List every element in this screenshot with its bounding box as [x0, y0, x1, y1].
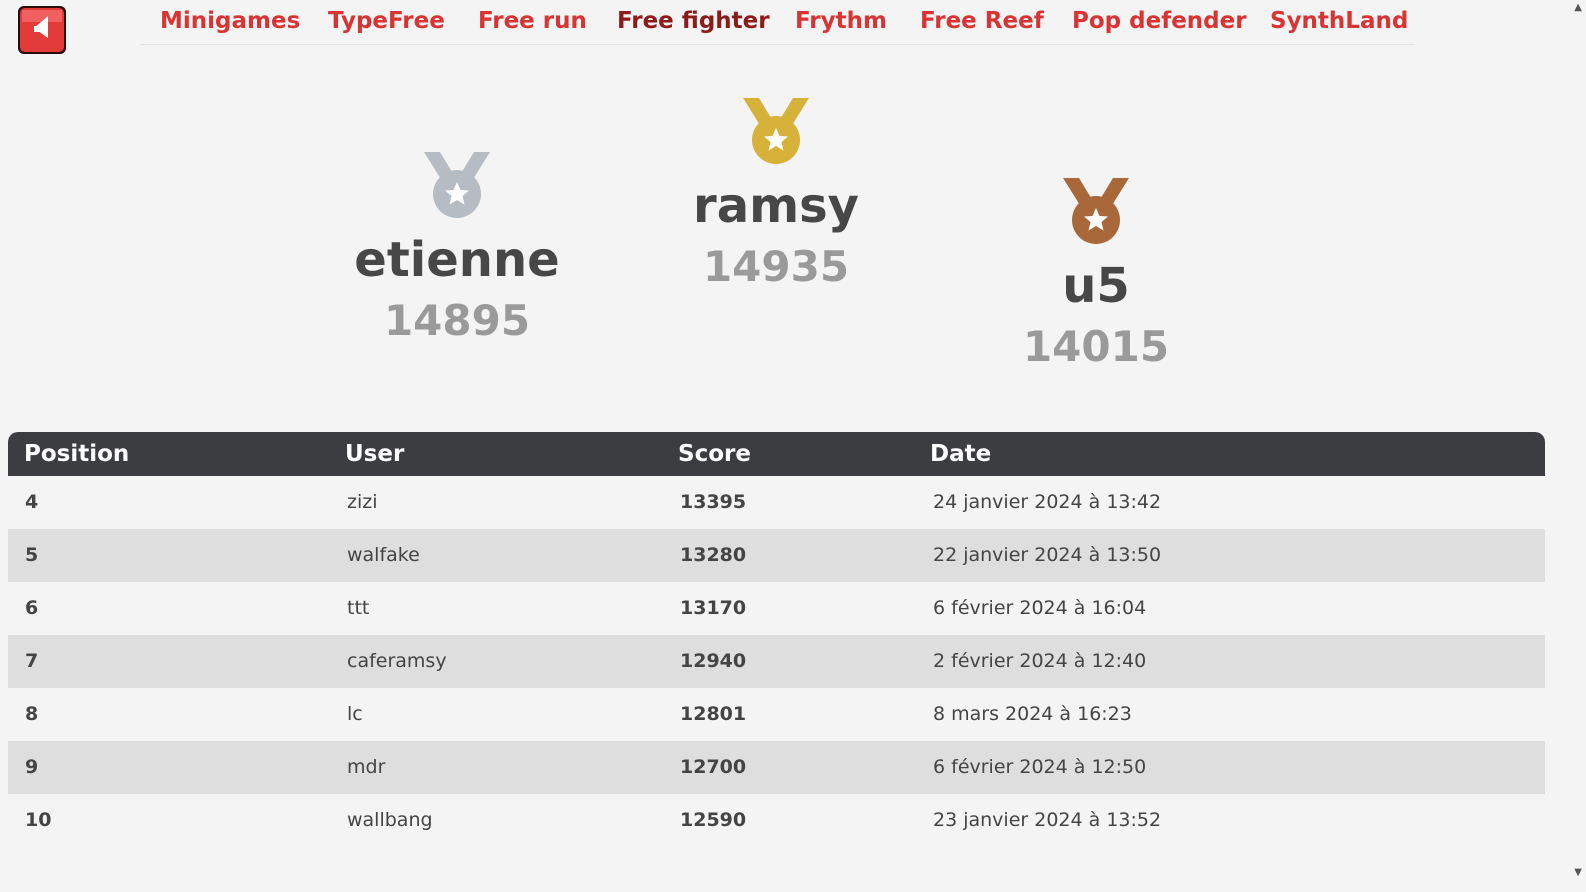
- cell-position: 9: [25, 756, 39, 778]
- podium-third-score: 14015: [1022, 322, 1170, 371]
- nav-item-free-fighter[interactable]: Free fighter: [617, 8, 770, 34]
- table-row: 9 mdr 12700 6 février 2024 à 12:50: [8, 741, 1545, 794]
- table-row: 4 zizi 13395 24 janvier 2024 à 13:42: [8, 476, 1545, 529]
- table-row: 10 wallbang 12590 23 janvier 2024 à 13:5…: [8, 794, 1545, 847]
- podium-third: u5 14015: [946, 176, 1246, 372]
- leaderboard-table: Position User Score Date 4 zizi 13395 24…: [8, 432, 1545, 847]
- podium-first: ramsy 14935: [626, 96, 926, 292]
- nav-item-free-reef[interactable]: Free Reef: [920, 8, 1044, 34]
- podium-second-score: 14895: [383, 296, 531, 345]
- cell-position: 4: [25, 491, 39, 513]
- table-row: 8 lc 12801 8 mars 2024 à 16:23: [8, 688, 1545, 741]
- vertical-scrollbar[interactable]: ▲ ▼: [1570, 0, 1586, 892]
- cell-user: mdr: [347, 756, 386, 778]
- cell-position: 6: [25, 597, 39, 619]
- header-score: Score: [678, 441, 751, 467]
- cell-date: 22 janvier 2024 à 13:50: [933, 544, 1162, 566]
- header-date: Date: [930, 441, 992, 467]
- cell-date: 6 février 2024 à 12:50: [933, 756, 1147, 778]
- cell-date: 24 janvier 2024 à 13:42: [933, 491, 1162, 513]
- podium-third-name: u5: [1062, 258, 1130, 314]
- cell-user: wallbang: [347, 809, 433, 831]
- nav-item-frythm[interactable]: Frythm: [795, 8, 887, 34]
- cell-user: zizi: [347, 491, 378, 513]
- cell-position: 10: [25, 809, 52, 831]
- silver-medal-icon: [424, 152, 490, 218]
- header-user: User: [345, 441, 405, 467]
- top-nav: Minigames TypeFree Free run Free fighter…: [140, 0, 1415, 45]
- cell-score: 12801: [680, 703, 747, 725]
- cell-position: 7: [25, 650, 39, 672]
- scroll-down-arrow-icon[interactable]: ▼: [1574, 867, 1582, 878]
- nav-item-synthland[interactable]: SynthLand: [1270, 8, 1408, 34]
- cell-user: walfake: [347, 544, 420, 566]
- podium-second-name: etienne: [354, 232, 560, 288]
- podium-first-score: 14935: [702, 242, 850, 291]
- nav-item-pop-defender[interactable]: Pop defender: [1072, 8, 1247, 34]
- cell-score: 12700: [680, 756, 747, 778]
- cell-score: 13395: [680, 491, 747, 513]
- header-position: Position: [24, 441, 130, 467]
- cell-score: 13280: [680, 544, 747, 566]
- scroll-up-arrow-icon[interactable]: ▲: [1574, 2, 1582, 13]
- gold-medal-icon: [743, 98, 809, 164]
- cell-user: ttt: [347, 597, 370, 619]
- podium-first-name: ramsy: [693, 178, 859, 234]
- nav-item-typefree[interactable]: TypeFree: [328, 8, 445, 34]
- table-row: 7 caferamsy 12940 2 février 2024 à 12:40: [8, 635, 1545, 688]
- cell-position: 5: [25, 544, 39, 566]
- podium-second: etienne 14895: [307, 150, 607, 346]
- cell-position: 8: [25, 703, 39, 725]
- cell-score: 12940: [680, 650, 747, 672]
- cell-date: 23 janvier 2024 à 13:52: [933, 809, 1162, 831]
- cell-date: 6 février 2024 à 16:04: [933, 597, 1147, 619]
- cell-user: lc: [347, 703, 363, 725]
- bronze-medal-icon: [1063, 178, 1129, 244]
- table-header: Position User Score Date: [8, 432, 1545, 476]
- home-logo-icon[interactable]: [16, 4, 68, 56]
- cell-date: 2 février 2024 à 12:40: [933, 650, 1147, 672]
- cell-date: 8 mars 2024 à 16:23: [933, 703, 1132, 725]
- cell-score: 12590: [680, 809, 747, 831]
- cell-user: caferamsy: [347, 650, 447, 672]
- table-row: 6 ttt 13170 6 février 2024 à 16:04: [8, 582, 1545, 635]
- table-row: 5 walfake 13280 22 janvier 2024 à 13:50: [8, 529, 1545, 582]
- nav-item-free-run[interactable]: Free run: [478, 8, 587, 34]
- nav-item-minigames[interactable]: Minigames: [160, 8, 300, 34]
- cell-score: 13170: [680, 597, 747, 619]
